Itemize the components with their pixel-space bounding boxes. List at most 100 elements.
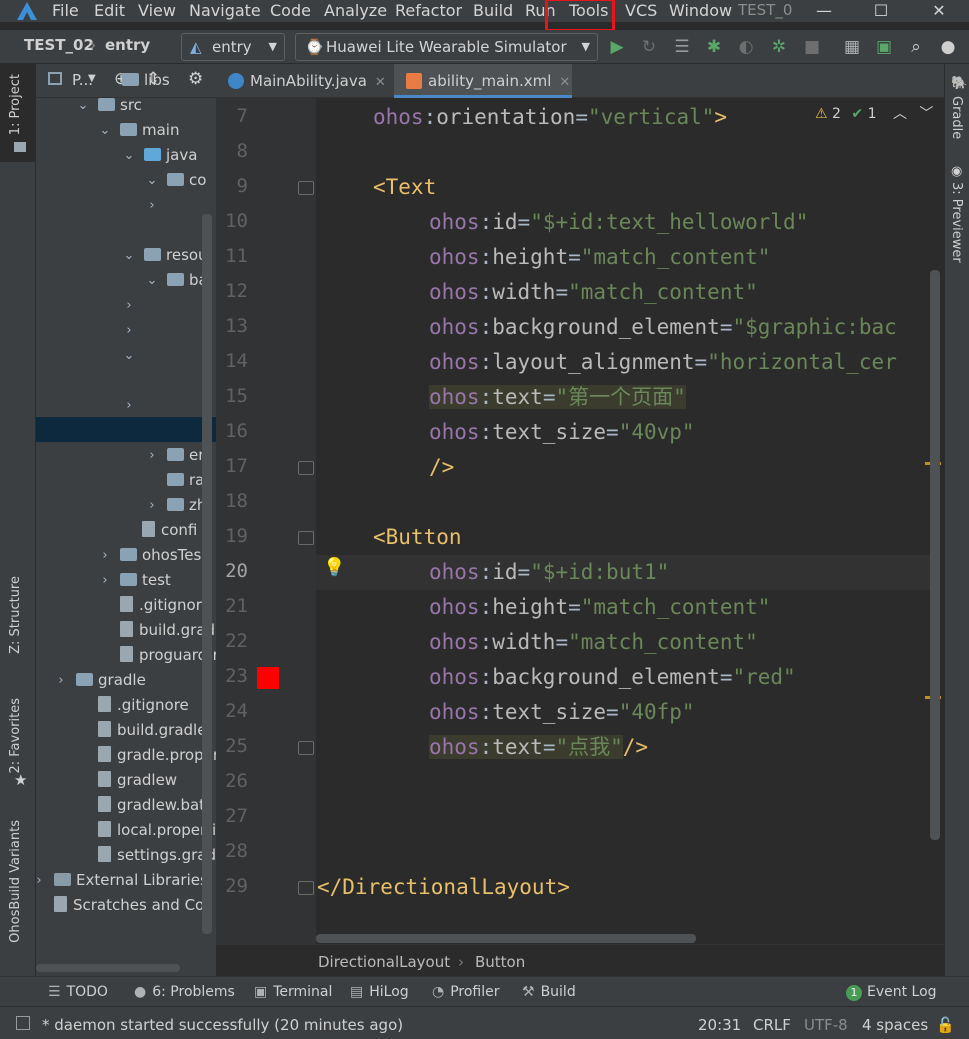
line-separator[interactable]: CRLF	[753, 1016, 791, 1034]
tab-ability-main-xml[interactable]: ability_main.xml ✕	[394, 64, 572, 98]
toggle-tool-windows-icon[interactable]	[16, 1016, 30, 1030]
color-swatch-icon[interactable]	[257, 667, 279, 689]
run-icon[interactable]: ▶	[607, 37, 627, 57]
tab-build-variants[interactable]: OhosBuild Variants	[8, 820, 23, 943]
code-line[interactable]: ohos:id="$+id:but1"	[429, 555, 669, 590]
tree-item[interactable]: ⌄ src	[78, 93, 142, 118]
editor-horizontal-scrollbar[interactable]	[316, 934, 696, 943]
code-line[interactable]: ohos:height="match_content"	[429, 590, 770, 625]
tree-item[interactable]: ⌄ main	[100, 118, 180, 143]
coverage-icon[interactable]: ☰	[672, 37, 692, 57]
tool-build[interactable]: ⚒ Build	[522, 984, 576, 1000]
tree-horizontal-scrollbar[interactable]	[36, 964, 180, 972]
tool-todo[interactable]: ☰ TODO	[48, 984, 108, 1000]
tree-item[interactable]: Scratches and Co	[54, 893, 204, 918]
tool-hilog[interactable]: ▤ HiLog	[350, 984, 409, 1000]
menu-vcs[interactable]: VCS	[625, 1, 657, 20]
tab-project[interactable]: 1: Project	[8, 74, 23, 135]
close-tab-icon[interactable]: ✕	[375, 75, 386, 90]
chevron-down-icon[interactable]: ▼	[88, 73, 96, 84]
tree-item[interactable]: build.gradle	[98, 718, 206, 743]
search-icon[interactable]: ⌕	[906, 37, 926, 57]
chevron-right-icon[interactable]: ›	[145, 493, 159, 518]
tree-vertical-scrollbar[interactable]	[202, 214, 212, 934]
breadcrumb-project[interactable]: TEST_02	[24, 36, 94, 54]
status-message[interactable]: * daemon started successfully (20 minute…	[42, 1016, 403, 1034]
code-line[interactable]: ohos:id="$+id:text_helloworld"	[429, 205, 808, 240]
lightbulb-icon[interactable]: 💡	[323, 557, 345, 578]
code-line[interactable]: ohos:text="点我"/>	[429, 730, 648, 765]
close-tab-icon[interactable]: ✕	[559, 75, 570, 90]
menu-file[interactable]: File	[52, 1, 79, 20]
chevron-down-icon[interactable]: ⌄	[145, 268, 159, 293]
code-line[interactable]: </DirectionalLayout>	[317, 870, 570, 905]
tree-item[interactable]: .gitignore	[98, 693, 189, 718]
code-line[interactable]: />	[429, 450, 454, 485]
code-line[interactable]: ohos:layout_alignment="horizontal_cer	[429, 345, 897, 380]
menu-code[interactable]: Code	[270, 1, 311, 20]
tree-item[interactable]: › zh	[149, 493, 206, 518]
profile-icon[interactable]: ◐	[736, 37, 756, 57]
code-line[interactable]: <Button	[373, 520, 462, 555]
tool-problems[interactable]: ● 6: Problems	[134, 984, 235, 1000]
menu-refactor[interactable]: Refactor	[395, 1, 462, 20]
menu-navigate[interactable]: Navigate	[189, 1, 261, 20]
chevron-down-icon[interactable]: ⌄	[122, 243, 136, 268]
chevron-down-icon[interactable]: ⌄	[145, 168, 159, 193]
menu-view[interactable]: View	[138, 1, 176, 20]
chevron-down-icon[interactable]: ⌄	[122, 143, 136, 168]
tool-terminal[interactable]: ▣ Terminal	[254, 984, 332, 1000]
attach-debugger-icon[interactable]: ✲	[769, 37, 789, 57]
tool-profiler[interactable]: ◔ Profiler	[432, 984, 500, 1000]
tree-item[interactable]: ⌄ co	[147, 168, 207, 193]
tab-favorites[interactable]: 2: Favorites	[8, 698, 23, 774]
selected-tree-row[interactable]	[36, 417, 216, 442]
tree-item[interactable]: › test	[102, 568, 170, 593]
tool-event-log[interactable]: 1 Event Log	[846, 984, 937, 1001]
chevron-right-icon[interactable]: ›	[145, 193, 159, 218]
tree-item[interactable]: › External Libraries	[36, 868, 207, 893]
breadcrumb-button[interactable]: Button	[475, 953, 525, 971]
tree-item[interactable]: ⌄ resou	[124, 243, 208, 268]
project-structure-icon[interactable]: ▦	[842, 37, 862, 57]
code-line[interactable]: ohos:width="match_content"	[429, 625, 758, 660]
chevron-right-icon[interactable]: ›	[122, 293, 136, 318]
tab-structure[interactable]: Z: Structure	[8, 576, 23, 654]
chevron-right-icon[interactable]: ›	[98, 543, 112, 568]
menu-build[interactable]: Build	[473, 1, 513, 20]
code-line[interactable]: ohos:text_size="40fp"	[429, 695, 695, 730]
account-icon[interactable]: ●	[938, 37, 958, 57]
chevron-up-icon[interactable]: ︿	[893, 106, 907, 122]
tree-item[interactable]: ra	[167, 468, 204, 493]
code-line[interactable]: ohos:text_size="40vp"	[429, 415, 695, 450]
chevron-right-icon[interactable]: ›	[54, 668, 68, 693]
chevron-right-icon[interactable]: ›	[122, 393, 136, 418]
indent-setting[interactable]: 4 spaces	[862, 1016, 928, 1034]
fold-marker-icon[interactable]	[298, 461, 314, 475]
tree-item[interactable]: .gitignore	[120, 593, 211, 618]
chevron-down-icon[interactable]: ﹀	[919, 106, 933, 122]
debug-icon[interactable]: ✱	[704, 37, 724, 57]
code-line[interactable]: ohos:text="第一个页面"	[429, 380, 686, 415]
tree-item[interactable]: › gradle	[58, 668, 145, 693]
breadcrumb-module[interactable]: entry	[105, 36, 150, 54]
chevron-right-icon[interactable]: ›	[145, 443, 159, 468]
tree-item[interactable]: ⌄ java	[124, 143, 198, 168]
file-encoding[interactable]: UTF-8	[804, 1016, 848, 1034]
tree-item[interactable]: libs	[122, 68, 170, 93]
chevron-right-icon[interactable]: ›	[36, 868, 46, 893]
code-line[interactable]: <Text	[373, 170, 436, 205]
tree-item[interactable]: settings.gradle	[98, 843, 216, 868]
fold-marker-icon[interactable]	[298, 181, 314, 195]
tree-item[interactable]: gradle.proper	[98, 743, 216, 768]
gear-icon[interactable]: ⚙	[188, 69, 203, 89]
menu-edit[interactable]: Edit	[94, 1, 125, 20]
device-select[interactable]: ⌚ Huawei Lite Wearable Simulator ▼	[295, 33, 598, 61]
tree-item[interactable]: gradlew.bat	[98, 793, 205, 818]
menu-window[interactable]: Window	[669, 1, 732, 20]
code-line[interactable]: ohos:background_element="red"	[429, 660, 796, 695]
inspection-widget[interactable]: ⚠ 2 ✔ 1 ︿ ﹀	[815, 103, 933, 123]
code-line[interactable]: ohos:orientation="vertical">	[373, 100, 727, 135]
menu-analyze[interactable]: Analyze	[324, 1, 387, 20]
fold-marker-icon[interactable]	[298, 741, 314, 755]
